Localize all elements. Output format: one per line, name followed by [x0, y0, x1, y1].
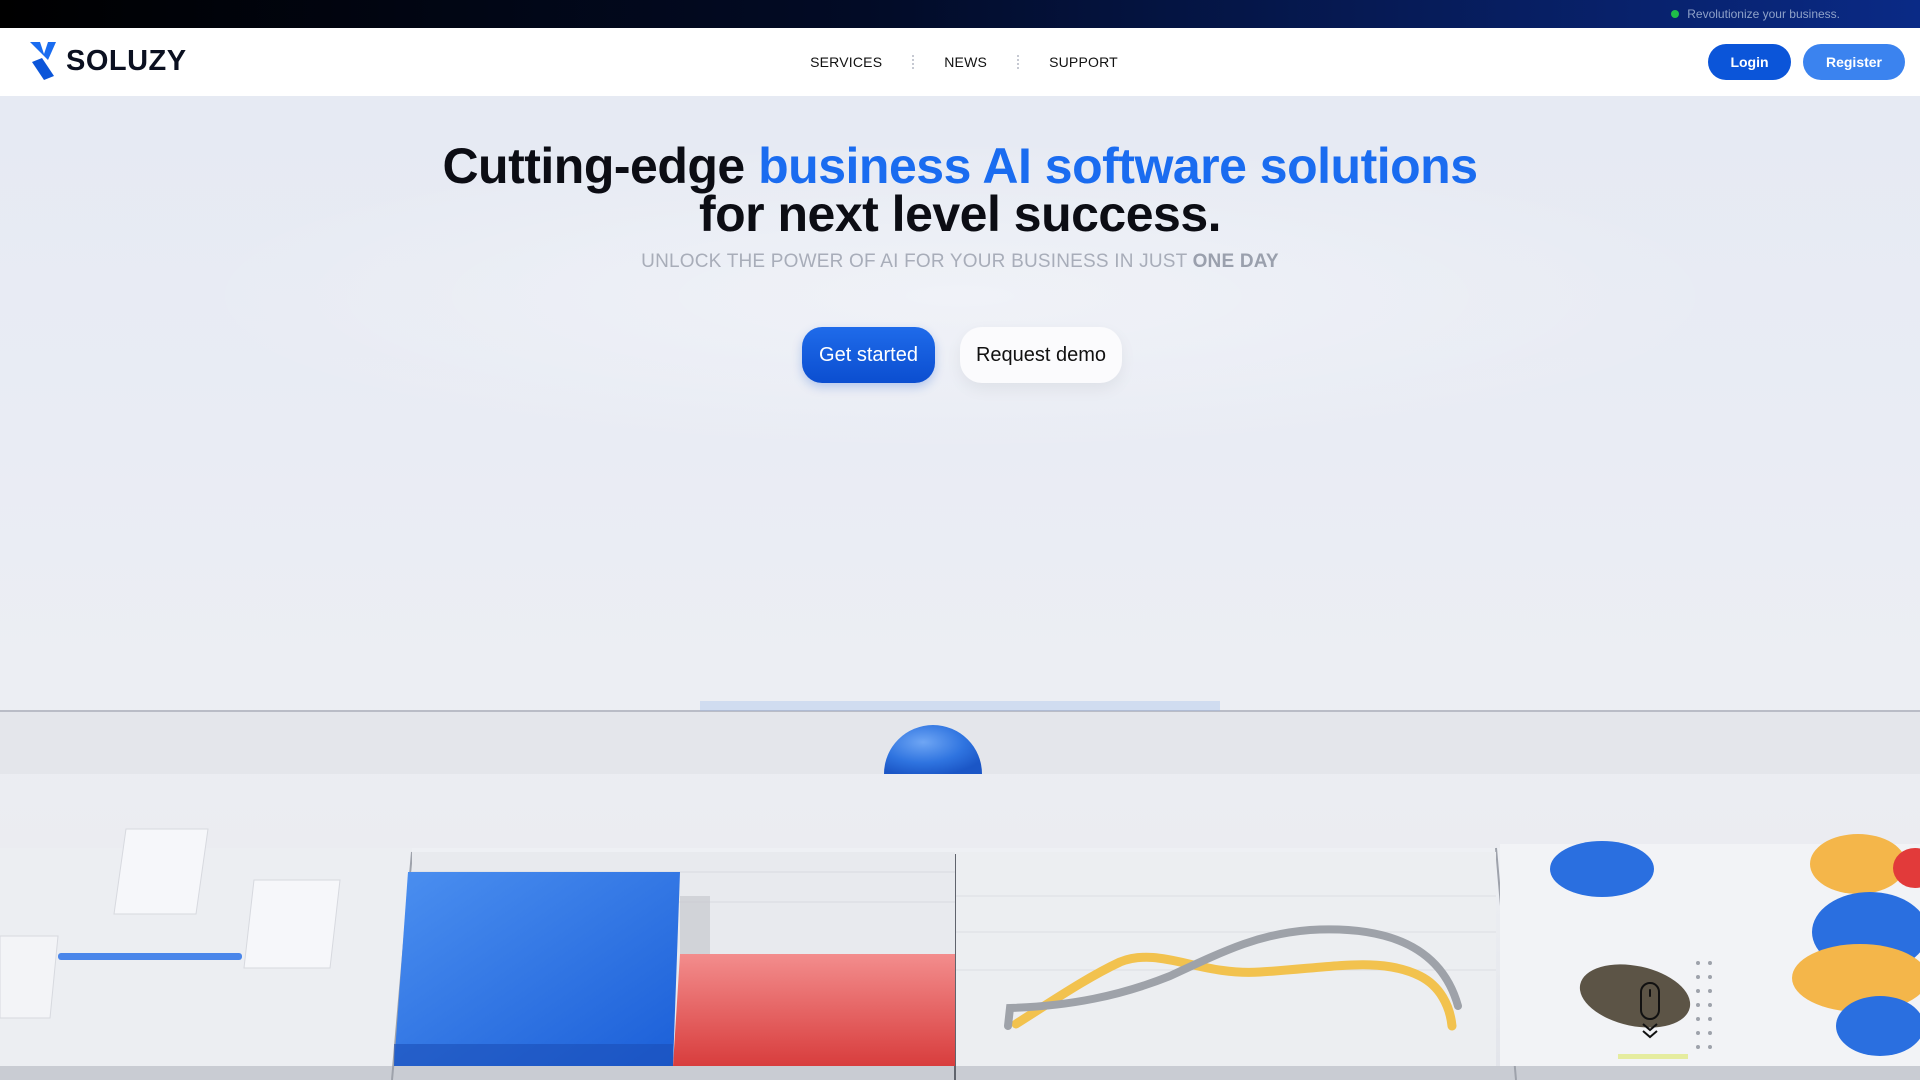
logo[interactable]: SOLUZY [28, 40, 187, 82]
nav-item-support[interactable]: SUPPORT [1049, 54, 1118, 70]
login-button[interactable]: Login [1708, 44, 1791, 80]
announcement-bar: Revolutionize your business. [0, 0, 1920, 28]
hero-illustration [0, 701, 1920, 1080]
announcement-text: Revolutionize your business. [1687, 7, 1840, 21]
hero-subline: UNLOCK THE POWER OF AI FOR YOUR BUSINESS… [0, 251, 1920, 273]
hero-section: Cutting-edge business AI software soluti… [0, 96, 1920, 1080]
subline-prefix: UNLOCK THE POWER OF AI FOR YOUR BUSINESS… [641, 251, 1193, 272]
nav-divider [912, 55, 915, 69]
blue-block [394, 872, 680, 1066]
nav-item-services[interactable]: SERVICES [810, 54, 882, 70]
register-button[interactable]: Register [1803, 44, 1905, 80]
status-dot-icon [1671, 10, 1680, 18]
get-started-button[interactable]: Get started [802, 327, 935, 383]
nav-divider [1017, 55, 1020, 69]
subline-emphasis: ONE DAY [1192, 251, 1279, 272]
mouse-scroll-icon[interactable] [1638, 982, 1662, 1040]
logo-text: SOLUZY [66, 44, 187, 77]
nav-item-news[interactable]: NEWS [944, 54, 987, 70]
headline-part2: for next level success. [698, 186, 1222, 242]
main-nav: SERVICES NEWS SUPPORT [0, 28, 1920, 96]
soluzy-logo-icon [28, 40, 58, 82]
red-block [673, 954, 955, 1066]
site-header: SOLUZY SERVICES NEWS SUPPORT Login Regis… [0, 28, 1920, 96]
request-demo-button[interactable]: Request demo [960, 327, 1122, 383]
hero-headline: Cutting-edge business AI software soluti… [0, 141, 1920, 239]
